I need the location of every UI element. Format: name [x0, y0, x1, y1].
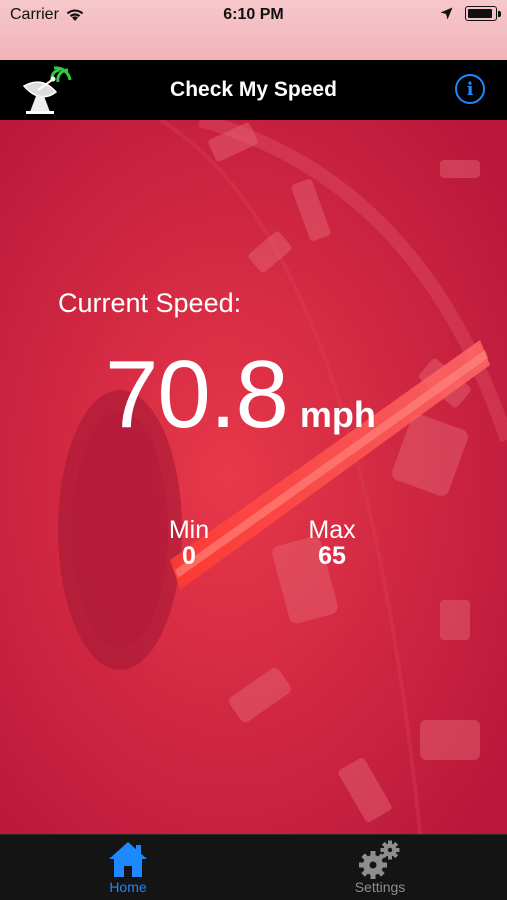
speed-unit: mph: [299, 394, 376, 435]
current-speed-label: Current Speed:: [58, 288, 242, 318]
nav-bar: Check My Speed i: [0, 60, 507, 120]
max-label: Max: [308, 516, 356, 544]
max-value: 65: [318, 542, 346, 570]
tab-settings-label: Settings: [354, 879, 406, 895]
min-label: Min: [168, 516, 210, 544]
min-value: 0: [182, 542, 196, 570]
tab-home-label: Home: [109, 879, 147, 895]
page-title: Check My Speed: [170, 78, 337, 101]
tab-home[interactable]: Home: [73, 839, 183, 899]
location-arrow-icon: [440, 7, 453, 20]
tab-bar: Home Settings: [0, 834, 507, 900]
min-speed-stat: Min 0: [158, 516, 220, 571]
speedometer-view: Current Speed: 70.8 mph Min 0 Max 65: [0, 120, 507, 834]
speedometer-background: [0, 120, 507, 834]
max-speed-stat: Max 65: [296, 516, 368, 571]
speed-value: 70.8: [105, 341, 289, 448]
home-icon: [109, 842, 147, 877]
gears-icon: [359, 840, 400, 879]
tab-settings[interactable]: Settings: [325, 839, 435, 899]
speed-readout: 70.8 mph: [105, 340, 376, 450]
status-bar: Carrier 6:10 PM: [0, 0, 507, 60]
clock: 6:10 PM: [223, 6, 284, 23]
status-right-icons: [440, 6, 501, 21]
info-icon: i: [466, 78, 474, 100]
info-button[interactable]: i: [455, 74, 485, 104]
battery-icon: [465, 6, 501, 21]
